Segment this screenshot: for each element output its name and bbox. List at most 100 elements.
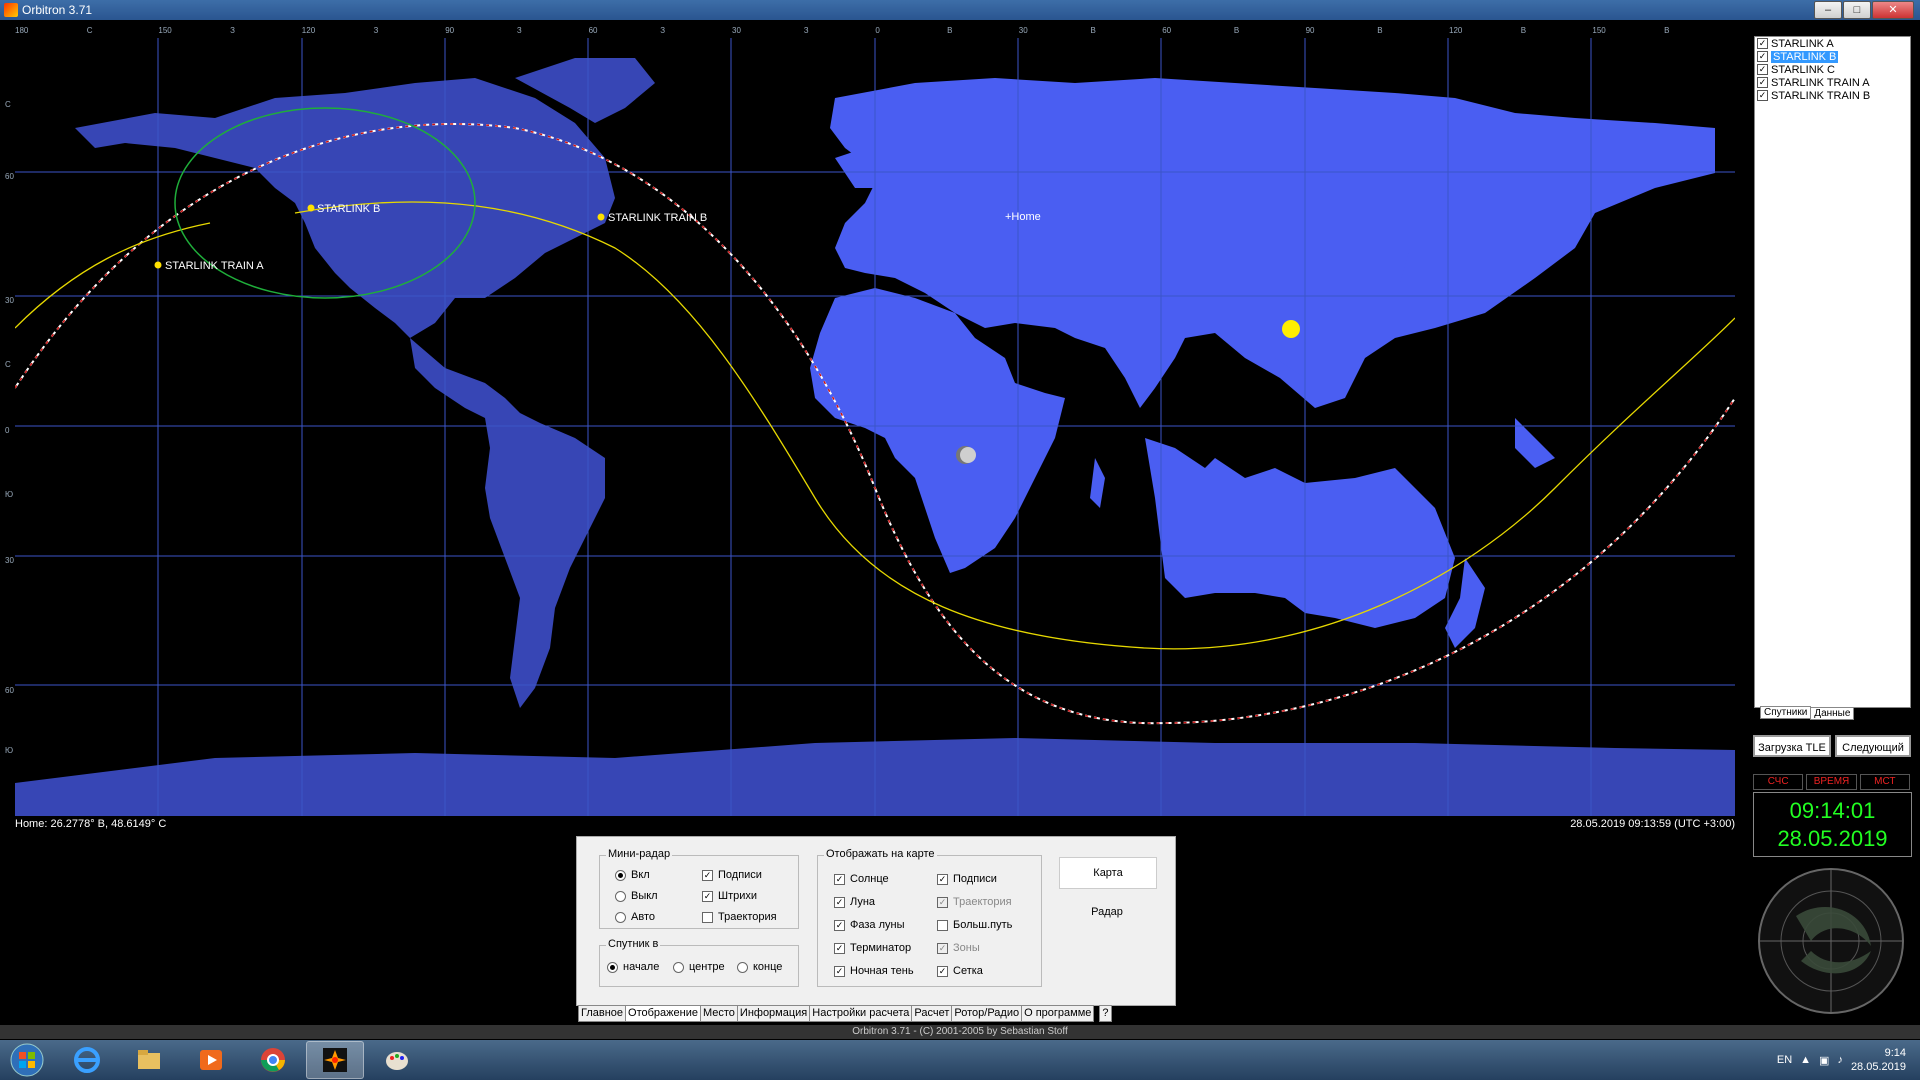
radio-sat-center[interactable]: центре <box>673 961 725 973</box>
checkbox-icon[interactable]: ✓ <box>702 890 713 902</box>
sat-name: STARLINK B <box>1771 50 1839 63</box>
check-radar-ticks[interactable]: ✓ Штрихи <box>702 890 757 902</box>
next-button[interactable]: Следующий <box>1835 735 1911 757</box>
check-night-shadow[interactable]: ✓ Ночная тень <box>834 965 914 977</box>
satellite-list[interactable]: ✓ STARLINK A ✓ STARLINK B ✓ STARLINK C ✓ STA… <box>1754 36 1911 708</box>
longitude-tick: С <box>86 26 93 35</box>
check-moon-phase[interactable]: ✓ Фаза луны <box>834 919 904 931</box>
check-moon[interactable]: ✓ Луна <box>834 896 875 908</box>
minimize-button[interactable]: ‒ <box>1814 1 1842 19</box>
checkbox-icon[interactable]: ✓ <box>834 873 845 885</box>
sat-row-starlink-train-b[interactable]: ✓ STARLINK TRAIN B <box>1755 89 1910 102</box>
checkbox-icon[interactable] <box>937 919 948 931</box>
sat-checkbox[interactable]: ✓ <box>1757 38 1768 49</box>
tab-satellites[interactable]: Спутники <box>1760 706 1812 719</box>
radio-icon[interactable] <box>615 890 626 902</box>
taskbar-orbitron[interactable] <box>306 1041 364 1079</box>
taskbar-media[interactable] <box>182 1041 240 1079</box>
tab-location[interactable]: Место <box>699 1005 738 1022</box>
longitude-tick: 180 <box>15 26 29 35</box>
sat-row-starlink-train-a[interactable]: ✓ STARLINK TRAIN A <box>1755 76 1910 89</box>
map-view-button[interactable]: Карта <box>1059 857 1157 889</box>
sun-icon <box>1282 320 1300 338</box>
clock-tab-local[interactable]: СЧС <box>1753 774 1804 790</box>
checkbox-icon[interactable]: ✓ <box>834 942 845 954</box>
tab-information[interactable]: Информация <box>736 1005 811 1022</box>
taskbar-paint[interactable] <box>368 1041 426 1079</box>
radio-on-icon[interactable] <box>607 961 618 973</box>
check-radar-trajectory[interactable]: Траектория <box>702 911 777 923</box>
radio-radar-off[interactable]: Выкл <box>615 890 658 902</box>
tray-clock[interactable]: 9:14 28.05.2019 <box>1851 1046 1906 1074</box>
tab-rotor-radio[interactable]: Ротор/Радио <box>951 1005 1023 1022</box>
tab-calculation[interactable]: Расчет <box>911 1005 953 1022</box>
latitude-tick: С <box>5 360 11 369</box>
checkbox-icon[interactable]: ✓ <box>702 869 713 881</box>
sat-row-starlink-b[interactable]: ✓ STARLINK B <box>1755 50 1910 63</box>
radio-on-icon[interactable] <box>615 869 626 881</box>
sat-checkbox[interactable]: ✓ <box>1757 90 1768 101</box>
tab-display[interactable]: Отображение <box>625 1005 701 1022</box>
check-great-circle[interactable]: Больш.путь <box>937 919 1012 931</box>
tab-help[interactable]: ? <box>1099 1005 1112 1022</box>
longitude-tick: 120 <box>301 26 316 35</box>
display-on-map-title: Отображать на карте <box>824 848 937 860</box>
volume-icon[interactable]: ♪ <box>1837 1054 1843 1066</box>
sat-row-starlink-c[interactable]: ✓ STARLINK C <box>1755 63 1910 76</box>
checkbox-icon[interactable]: ✓ <box>834 896 845 908</box>
close-button[interactable]: ✕ <box>1872 1 1914 19</box>
tab-data[interactable]: Данные <box>1810 707 1855 720</box>
check-radar-labels[interactable]: ✓ Подписи <box>702 869 762 881</box>
checkbox-icon[interactable]: ✓ <box>834 919 845 931</box>
sat-checkbox[interactable]: ✓ <box>1757 64 1768 75</box>
checkbox-icon[interactable] <box>702 911 713 923</box>
checkbox-icon[interactable]: ✓ <box>937 965 948 977</box>
sat-checkbox[interactable]: ✓ <box>1757 51 1768 62</box>
clock-tab-time[interactable]: ВРЕМЯ <box>1806 774 1857 790</box>
radio-sat-end[interactable]: конце <box>737 961 782 973</box>
start-button[interactable] <box>2 1041 52 1079</box>
clock-tab-msk[interactable]: МСТ <box>1859 774 1910 790</box>
check-map-trajectory[interactable]: ✓ Траектория <box>937 896 1012 908</box>
latitude-tick: Ю <box>5 746 14 755</box>
taskbar-ie[interactable] <box>58 1041 116 1079</box>
world-map[interactable]: STARLINK B STARLINK TRAIN A STARLINK TRA… <box>15 38 1735 816</box>
checkbox-icon[interactable]: ✓ <box>937 942 948 954</box>
maximize-button[interactable]: □ <box>1843 1 1871 19</box>
tray-time: 9:14 <box>1884 1047 1906 1059</box>
tab-calc-settings[interactable]: Настройки расчета <box>809 1005 913 1022</box>
window-title: Orbitron 3.71 <box>22 3 93 17</box>
sat-row-starlink-a[interactable]: ✓ STARLINK A <box>1755 37 1910 50</box>
checkbox-icon[interactable]: ✓ <box>834 965 845 977</box>
tab-main[interactable]: Главное <box>578 1005 627 1022</box>
clock-display: 09:14:01 28.05.2019 <box>1753 792 1912 857</box>
load-tle-button[interactable]: Загрузка TLE <box>1753 735 1831 757</box>
check-map-labels[interactable]: ✓ Подписи <box>937 873 997 885</box>
radio-radar-on[interactable]: Вкл <box>615 869 650 881</box>
longitude-tick: 150 <box>158 26 172 35</box>
checkbox-icon[interactable]: ✓ <box>937 873 948 885</box>
check-grid[interactable]: ✓ Сетка <box>937 965 983 977</box>
radar-view-button[interactable]: Радар <box>1059 897 1155 927</box>
latitude-tick: С <box>5 100 11 109</box>
check-terminator[interactable]: ✓ Терминатор <box>834 942 911 954</box>
starlink-b-marker <box>307 204 315 212</box>
longitude-tick: В <box>1377 26 1383 35</box>
network-icon[interactable]: ▣ <box>1819 1054 1829 1067</box>
longitude-tick: 60 <box>1162 26 1172 35</box>
check-sun[interactable]: ✓ Солнце <box>834 873 889 885</box>
taskbar-explorer[interactable] <box>120 1041 178 1079</box>
tray-expand-icon[interactable]: ▲ <box>1800 1054 1811 1066</box>
longitude-tick: 0 <box>875 26 880 35</box>
radio-radar-auto[interactable]: Авто <box>615 911 655 923</box>
tab-about[interactable]: О программе <box>1021 1005 1095 1022</box>
taskbar-chrome[interactable] <box>244 1041 302 1079</box>
checkbox-icon[interactable]: ✓ <box>937 896 948 908</box>
radio-sat-start[interactable]: начале <box>607 961 659 973</box>
radio-icon[interactable] <box>615 911 626 923</box>
radio-icon[interactable] <box>673 961 684 973</box>
sat-checkbox[interactable]: ✓ <box>1757 77 1768 88</box>
check-zones[interactable]: ✓ Зоны <box>937 942 980 954</box>
radio-icon[interactable] <box>737 961 748 973</box>
language-indicator[interactable]: EN <box>1777 1054 1792 1066</box>
